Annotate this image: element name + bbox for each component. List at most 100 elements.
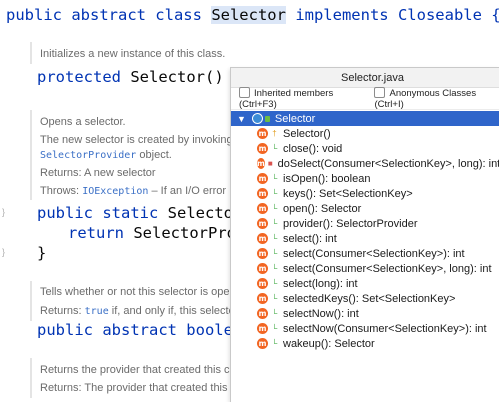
- method-icon: m: [257, 218, 268, 229]
- anonymous-classes-toggle[interactable]: Anonymous Classes (Ctrl+I): [374, 87, 499, 110]
- doc-isopen-summary: Tells whether or not this selector is op…: [40, 286, 234, 298]
- doc-provider-summary: Returns the provider that created this c…: [40, 364, 236, 376]
- abstract-class-icon: [251, 113, 263, 124]
- public-visibility-icon: └: [271, 189, 278, 198]
- class-name-highlight[interactable]: Selector: [211, 6, 286, 24]
- method-icon: m: [257, 143, 268, 154]
- open-keywords: public static: [37, 204, 159, 222]
- public-visibility-icon: └: [271, 204, 278, 213]
- tree-member-label: wakeup(): Selector: [283, 337, 375, 350]
- tree-member-row[interactable]: m └ open(): Selector: [231, 201, 499, 216]
- file-structure-popup[interactable]: Selector.java Inherited members (Ctrl+F3…: [230, 67, 499, 402]
- doc-returns-desc: if, and only if, this selecto: [111, 305, 235, 317]
- tree-member-label: selectedKeys(): Set<SelectionKey>: [283, 292, 456, 305]
- public-visibility-icon: └: [271, 234, 278, 243]
- doc-open-returns: Returns: A new selector: [40, 167, 156, 179]
- public-visibility-icon: └: [271, 264, 278, 273]
- public-visibility-icon: └: [271, 174, 278, 183]
- protected-visibility-icon: †: [272, 129, 277, 138]
- doc-link-selectorprovider[interactable]: SelectorProvider: [40, 150, 136, 161]
- inherited-checkbox[interactable]: [239, 87, 250, 98]
- filter-bar: Inherited members (Ctrl+F3) Anonymous Cl…: [231, 87, 499, 110]
- tree-member-label: select(long): int: [283, 277, 358, 290]
- tree-member-label: open(): Selector: [283, 202, 362, 215]
- tree-member-label: select(): int: [283, 232, 337, 245]
- fold-marker[interactable]: }: [2, 207, 5, 217]
- tree-member-row[interactable]: m └ select(Consumer<SelectionKey>, long): …: [231, 261, 499, 276]
- public-visibility-icon: [264, 115, 270, 122]
- doc-bar: [30, 110, 32, 200]
- doc-throws-label: Throws:: [40, 185, 80, 197]
- method-icon: m: [257, 173, 268, 184]
- method-icon: m: [257, 248, 268, 259]
- method-icon: m: [257, 293, 268, 304]
- public-visibility-icon: └: [271, 144, 278, 153]
- chevron-down-icon[interactable]: ▼: [237, 114, 246, 124]
- tree-member-row[interactable]: m † Selector(): [231, 126, 499, 141]
- tree-member-row[interactable]: m └ isOpen(): boolean: [231, 171, 499, 186]
- tree-member-row[interactable]: m └ provider(): SelectorProvider: [231, 216, 499, 231]
- method-icon: m: [257, 128, 268, 139]
- method-icon: m: [257, 323, 268, 334]
- tree-member-label: provider(): SelectorProvider: [283, 217, 418, 230]
- method-icon: m: [257, 278, 268, 289]
- public-visibility-icon: └: [271, 324, 278, 333]
- method-icon: m: [257, 233, 268, 244]
- method-icon: m: [257, 338, 268, 349]
- public-visibility-icon: └: [271, 249, 278, 258]
- tree-root-label: Selector: [274, 112, 316, 125]
- inherited-members-toggle[interactable]: Inherited members (Ctrl+F3): [239, 87, 364, 110]
- close-brace-line: }: [37, 244, 47, 262]
- doc-open-throws: Throws: IOException – If an I/O error: [40, 185, 226, 197]
- class-keywords: public abstract class: [6, 6, 202, 24]
- tree-member-label: selectNow(Consumer<SelectionKey>): int: [283, 322, 487, 335]
- tree-member-row[interactable]: m └ select(): int: [231, 231, 499, 246]
- private-visibility-icon: ■: [267, 159, 273, 168]
- public-visibility-icon: └: [271, 339, 278, 348]
- anonymous-label: Anonymous Classes (Ctrl+I): [374, 88, 477, 110]
- tree-member-label: doSelect(Consumer<SelectionKey>, long): …: [277, 157, 499, 170]
- method-icon: m: [257, 263, 268, 274]
- doc-bar: [30, 281, 32, 321]
- fold-marker[interactable]: }: [2, 247, 5, 257]
- doc-open-detail: The new selector is created by invoking: [40, 134, 233, 146]
- doc-text-object: object.: [139, 149, 172, 161]
- isopen-keywords: public abstract boolean: [37, 321, 252, 339]
- implements-clause: implements Closeable {: [295, 6, 499, 24]
- doc-bar: [30, 358, 32, 398]
- tree-member-label: keys(): Set<SelectionKey>: [283, 187, 413, 200]
- ctor-keyword: protected: [37, 68, 121, 86]
- tree-member-row[interactable]: m └ select(Consumer<SelectionKey>): int: [231, 246, 499, 261]
- tree-member-label: Selector(): [283, 127, 331, 140]
- tree-member-row[interactable]: m └ selectedKeys(): Set<SelectionKey>: [231, 291, 499, 306]
- doc-bar: [30, 42, 32, 64]
- tree-member-row[interactable]: m └ wakeup(): Selector: [231, 336, 499, 351]
- method-icon: m: [257, 158, 265, 169]
- tree-member-label: close(): void: [283, 142, 343, 155]
- structure-tree: ▼ Selector m † Selector() m └ close(): void m ■…: [231, 111, 499, 351]
- doc-throws-desc: – If an I/O error: [151, 185, 227, 197]
- tree-member-row[interactable]: m └ keys(): Set<SelectionKey>: [231, 186, 499, 201]
- method-icon: m: [257, 308, 268, 319]
- inherited-label: Inherited members (Ctrl+F3): [239, 88, 334, 110]
- method-icon: m: [257, 203, 268, 214]
- doc-returns-label: Returns:: [40, 305, 82, 317]
- anonymous-checkbox[interactable]: [374, 87, 386, 98]
- popup-title: Selector.java: [231, 68, 499, 88]
- tree-member-label: isOpen(): boolean: [283, 172, 371, 185]
- tree-member-row[interactable]: m ■ doSelect(Consumer<SelectionKey>, long)…: [231, 156, 499, 171]
- doc-provider-returns: Returns: The provider that created this …: [40, 382, 237, 394]
- ctor-line[interactable]: protected Selector() { }: [37, 68, 261, 86]
- tree-member-label: selectNow(): int: [283, 307, 359, 320]
- doc-open-summary: Opens a selector.: [40, 116, 126, 128]
- tree-member-row[interactable]: m └ select(long): int: [231, 276, 499, 291]
- class-declaration-line[interactable]: public abstract class Selector implement…: [6, 6, 499, 24]
- doc-link-ioexception[interactable]: IOException: [82, 186, 148, 197]
- public-visibility-icon: └: [271, 279, 278, 288]
- tree-member-row[interactable]: m └ selectNow(Consumer<SelectionKey>): int: [231, 321, 499, 336]
- doc-comment-ctor: Initializes a new instance of this class…: [40, 48, 226, 60]
- tree-member-row[interactable]: m └ close(): void: [231, 141, 499, 156]
- doc-code-true: true: [84, 306, 109, 317]
- tree-member-row[interactable]: m └ selectNow(): int: [231, 306, 499, 321]
- tree-root-selector[interactable]: ▼ Selector: [231, 111, 499, 126]
